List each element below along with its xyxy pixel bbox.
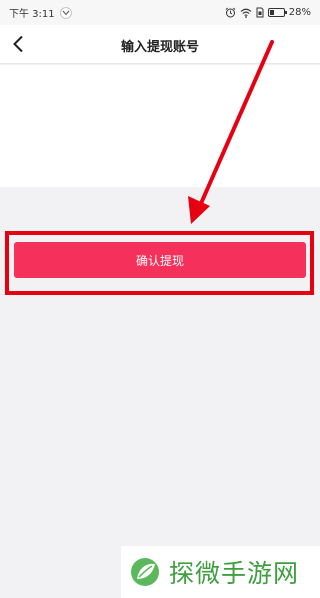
battery-percent: 28% xyxy=(288,7,311,18)
page-title: 输入提现账号 xyxy=(120,40,199,55)
nav-bar: 输入提现账号 xyxy=(0,25,320,64)
sim-icon xyxy=(256,7,264,18)
battery-icon xyxy=(267,8,287,17)
watermark: 探微手游网 xyxy=(121,546,320,598)
screen: 下午 3:11 28% 输入提现账号 确认提现 探微手游网 xyxy=(0,0,320,598)
wifi-icon xyxy=(240,8,252,18)
account-input-area[interactable] xyxy=(0,65,320,187)
status-left: 下午 3:11 xyxy=(9,6,72,20)
watermark-text: 探微手游网 xyxy=(169,559,300,588)
alarm-icon xyxy=(225,7,236,18)
leaf-logo-icon xyxy=(131,558,159,586)
notification-icon xyxy=(59,6,72,19)
status-right: 28% xyxy=(225,6,311,19)
annotation-highlight-box xyxy=(5,231,314,295)
status-bar: 下午 3:11 28% xyxy=(0,0,320,25)
battery-level xyxy=(269,10,274,15)
status-time: 下午 3:11 xyxy=(9,9,55,20)
